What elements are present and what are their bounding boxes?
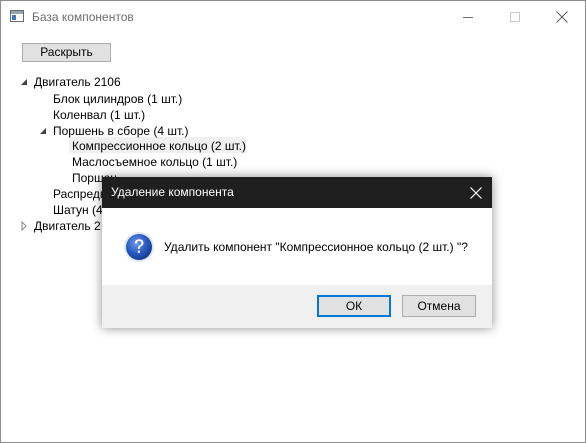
delete-component-dialog: Удаление компонента Удалить компонент "К… xyxy=(102,177,492,328)
tree-node-label: Блок цилиндров (1 шт.) xyxy=(53,92,183,106)
minimize-button[interactable] xyxy=(445,1,491,33)
question-icon xyxy=(124,232,154,262)
tree-node-label: Распредв xyxy=(53,187,107,201)
close-icon xyxy=(556,11,568,23)
cancel-button[interactable]: Отмена xyxy=(402,295,476,317)
dialog-close-button[interactable] xyxy=(460,177,492,208)
tree-node-label: Шатун (4 xyxy=(53,203,103,217)
tree-node-label: Компрессионное кольцо (2 шт.) xyxy=(72,139,246,153)
close-icon xyxy=(470,187,482,199)
maximize-icon xyxy=(510,12,520,22)
dialog-title-bar[interactable]: Удаление компонента xyxy=(102,177,492,208)
tree-node-label: Двигатель 2106 xyxy=(34,75,121,89)
window-title: База компонентов xyxy=(32,10,134,24)
tree-node-label: Коленвал (1 шт.) xyxy=(53,108,146,122)
expand-button[interactable]: Раскрыть xyxy=(22,43,111,62)
dialog-title: Удаление компонента xyxy=(111,185,234,199)
expanded-arrow-icon[interactable] xyxy=(19,74,29,90)
dialog-body: Удалить компонент "Компрессионное кольцо… xyxy=(102,208,492,285)
tree-node-label: Поршень в сборе (4 шт.) xyxy=(53,124,189,138)
main-window: База компонентов Раскрыть Двигатель 2106… xyxy=(0,0,586,443)
maximize-button[interactable] xyxy=(492,1,538,33)
tree-node-label: Двигатель 2 xyxy=(34,219,101,233)
dialog-footer: ОК Отмена xyxy=(102,285,492,328)
title-bar[interactable]: База компонентов xyxy=(1,1,585,33)
expanded-arrow-icon[interactable] xyxy=(38,123,48,139)
minimize-icon xyxy=(463,17,473,18)
close-button[interactable] xyxy=(539,1,585,33)
tree-node-label: Маслосъемное кольцо (1 шт.) xyxy=(72,155,238,169)
ok-button[interactable]: ОК xyxy=(317,295,391,317)
app-window-icon xyxy=(10,10,24,22)
dialog-message: Удалить компонент "Компрессионное кольцо… xyxy=(164,240,468,254)
collapsed-arrow-icon[interactable] xyxy=(19,218,29,234)
